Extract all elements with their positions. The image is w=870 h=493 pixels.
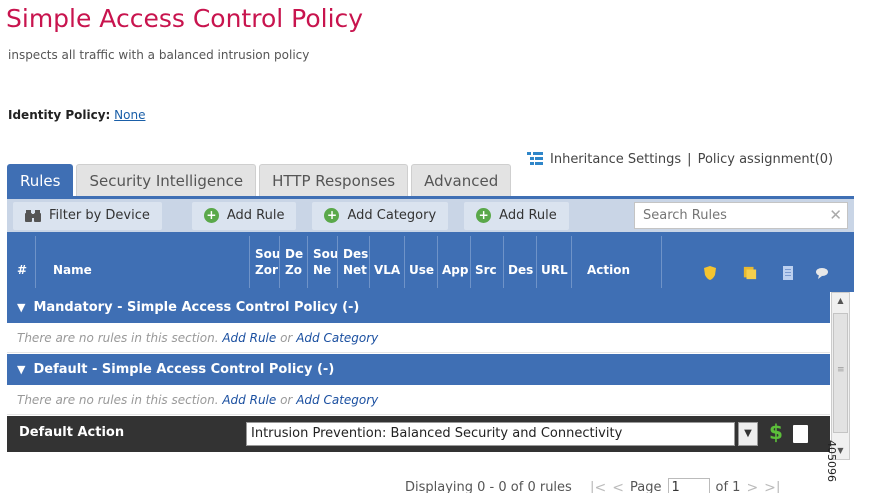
section-title: Mandatory - Simple Access Control Policy…	[33, 300, 360, 315]
pagination-summary: Displaying 0 - 0 of 0 rules	[405, 480, 572, 493]
chevron-down-icon[interactable]: ▼	[738, 422, 758, 446]
tab-security-intelligence[interactable]: Security Intelligence	[76, 164, 257, 196]
add-rule-link[interactable]: Add Rule	[222, 393, 276, 407]
identity-policy-link[interactable]: None	[114, 108, 145, 122]
empty-text: There are no rules in this section.	[17, 393, 219, 407]
page-count: of 1	[715, 480, 741, 493]
page-description: inspects all traffic with a balanced int…	[8, 48, 310, 62]
col-source-ports[interactable]: Src	[475, 262, 501, 278]
col-source-zones[interactable]: Sou Zor	[255, 246, 279, 278]
or-text: or	[280, 393, 293, 407]
col-number: #	[17, 263, 28, 277]
folder-icon	[743, 266, 757, 280]
inheritance-icon	[527, 152, 543, 165]
last-page-icon[interactable]: >|	[764, 480, 780, 493]
scroll-up-icon[interactable]: ▲	[832, 294, 849, 308]
col-vlan-tags[interactable]: VLA	[374, 262, 402, 278]
default-action-label: Default Action	[19, 425, 125, 440]
default-action-row: Default Action Intrusion Prevention: Bal…	[7, 416, 830, 452]
prev-page-icon[interactable]: <	[612, 480, 624, 493]
add-rule-link[interactable]: Add Rule	[222, 331, 276, 345]
tab-http-responses[interactable]: HTTP Responses	[259, 164, 409, 196]
empty-text: There are no rules in this section.	[17, 331, 219, 345]
add-rule-label: Add Rule	[499, 208, 557, 223]
shield-icon	[704, 266, 716, 280]
col-applications[interactable]: App	[442, 262, 468, 278]
rules-table-header: # Name Sou Zor De Zo Sou Ne Des Net VLA …	[7, 232, 854, 292]
or-text: or	[280, 331, 293, 345]
comment-icon	[816, 268, 828, 279]
col-dest-ports[interactable]: Des	[508, 262, 534, 278]
note-icon[interactable]	[793, 425, 808, 443]
next-page-icon[interactable]: >	[746, 480, 758, 493]
tab-advanced[interactable]: Advanced	[411, 164, 512, 196]
add-category-link[interactable]: Add Category	[296, 393, 378, 407]
scrollbar-thumb[interactable]: ≡	[833, 313, 848, 433]
col-urls[interactable]: URL	[541, 262, 569, 278]
section-title: Default - Simple Access Control Policy (…	[33, 362, 335, 377]
empty-section-row: There are no rules in this section. Add …	[7, 323, 830, 353]
link-separator: |	[687, 151, 692, 167]
empty-section-row: There are no rules in this section. Add …	[7, 385, 830, 415]
page-label: Page	[630, 480, 662, 493]
add-rule-button-2[interactable]: + Add Rule	[464, 201, 569, 230]
dollar-icon[interactable]: $	[769, 420, 783, 444]
add-icon: +	[324, 208, 340, 223]
tab-bar: Rules Security Intelligence HTTP Respons…	[7, 164, 512, 196]
inheritance-settings-link[interactable]: Inheritance Settings	[550, 152, 681, 167]
col-dest-networks[interactable]: Des Net	[343, 246, 369, 278]
search-rules-input[interactable]	[634, 202, 848, 229]
page-title: Simple Access Control Policy	[6, 4, 364, 33]
add-rule-button[interactable]: + Add Rule	[191, 201, 297, 230]
col-users[interactable]: Use	[409, 262, 435, 278]
add-icon: +	[203, 208, 219, 223]
rules-table-body: ▼ Mandatory - Simple Access Control Polic…	[7, 292, 830, 460]
add-icon: +	[476, 208, 492, 223]
filter-by-device-label: Filter by Device	[49, 208, 150, 223]
page-number-input[interactable]	[667, 478, 710, 493]
clear-search-icon[interactable]: ✕	[829, 206, 842, 224]
filter-by-device-button[interactable]: Filter by Device	[13, 201, 162, 230]
add-category-button[interactable]: + Add Category	[312, 201, 449, 230]
first-page-icon[interactable]: |<	[590, 480, 606, 493]
collapse-icon[interactable]: ▼	[17, 292, 25, 323]
pagination: Displaying 0 - 0 of 0 rules |< < Page of…	[405, 478, 781, 493]
col-source-networks[interactable]: Sou Ne	[313, 246, 337, 278]
identity-policy: Identity Policy: None	[8, 108, 145, 122]
default-action-select[interactable]: Intrusion Prevention: Balanced Security …	[246, 422, 735, 446]
policy-links: Inheritance Settings | Policy assignment…	[526, 150, 833, 168]
section-default[interactable]: ▼ Default - Simple Access Control Policy …	[7, 354, 830, 385]
rules-toolbar: Filter by Device + Add Rule + Add Catego…	[7, 196, 854, 232]
binoculars-icon	[25, 209, 41, 222]
collapse-icon[interactable]: ▼	[17, 354, 25, 385]
col-action[interactable]: Action	[587, 262, 630, 278]
figure-id: 405096	[825, 440, 838, 482]
add-category-label: Add Category	[347, 208, 437, 223]
section-mandatory[interactable]: ▼ Mandatory - Simple Access Control Polic…	[7, 292, 830, 323]
col-name[interactable]: Name	[53, 262, 92, 278]
add-rule-label: Add Rule	[226, 208, 285, 223]
col-dest-zones[interactable]: De Zo	[285, 246, 307, 278]
document-icon	[783, 266, 793, 280]
vertical-scrollbar[interactable]: ▲ ≡ ▼	[831, 292, 850, 460]
add-category-link[interactable]: Add Category	[296, 331, 378, 345]
identity-policy-label: Identity Policy:	[8, 108, 111, 122]
policy-assignment-link[interactable]: Policy assignment(0)	[698, 152, 834, 167]
tab-rules[interactable]: Rules	[7, 164, 74, 196]
